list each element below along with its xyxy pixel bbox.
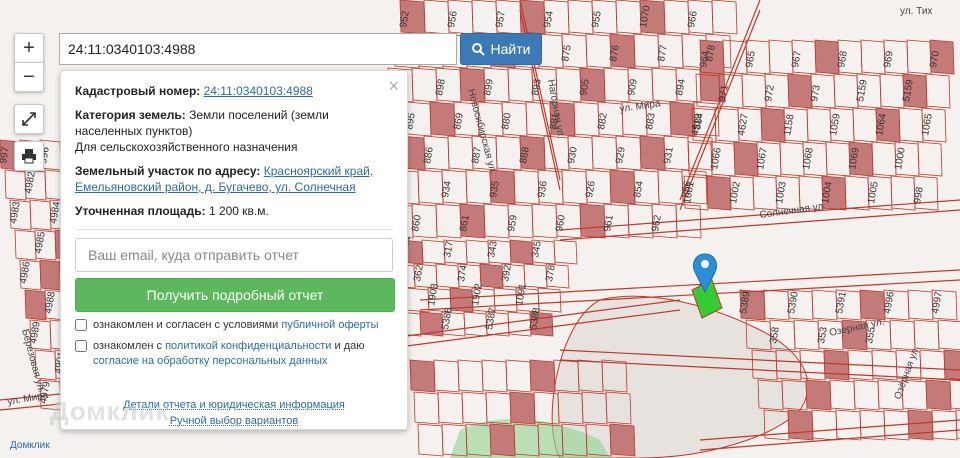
parcel[interactable] xyxy=(509,391,536,425)
divider xyxy=(75,229,393,230)
consent-offer-text: ознакомлен и согласен с условиями публич… xyxy=(93,318,379,333)
parcel[interactable] xyxy=(639,135,666,171)
parcel[interactable] xyxy=(859,289,886,321)
parcel[interactable] xyxy=(733,141,759,177)
search-button[interactable]: Найти xyxy=(460,33,542,65)
search-input[interactable] xyxy=(59,33,457,65)
parcel[interactable] xyxy=(925,379,952,411)
watermark-logo: Домклик xyxy=(50,396,170,426)
address-label: Земельный участок по адресу: xyxy=(75,164,261,178)
parcel[interactable] xyxy=(429,101,456,137)
usage-value: Для сельскохозяйственного назначения xyxy=(75,140,298,154)
parcel[interactable] xyxy=(24,289,47,321)
search-icon xyxy=(471,42,485,56)
parcel[interactable] xyxy=(814,39,840,75)
cadastral-link[interactable]: 24:11:0340103:4988 xyxy=(204,84,313,98)
cadastral-row: Кадастровый номер: 24:11:0340103:4988 xyxy=(75,83,393,99)
search-button-label: Найти xyxy=(490,41,531,57)
parcel[interactable] xyxy=(409,359,436,393)
parcel[interactable] xyxy=(529,359,556,393)
consent-privacy-text: ознакомлен с политикой конфиденциальност… xyxy=(93,339,393,369)
street-name: ул. Тих xyxy=(900,6,932,17)
zoom-in-button[interactable]: + xyxy=(14,33,44,63)
parcel[interactable] xyxy=(787,73,813,109)
parcel[interactable] xyxy=(509,239,534,265)
parcel[interactable] xyxy=(943,349,960,380)
consent-privacy[interactable]: ознакомлен с политикой конфиденциальност… xyxy=(75,339,393,369)
privacy-link[interactable]: политикой конфиденциальности xyxy=(165,340,331,352)
parcel[interactable] xyxy=(823,349,850,381)
parcel[interactable] xyxy=(489,423,516,457)
parcel[interactable] xyxy=(579,203,606,239)
email-field[interactable] xyxy=(75,238,393,272)
parcel[interactable] xyxy=(609,423,636,457)
zoom-out-button[interactable]: − xyxy=(14,62,44,92)
consent-offer-checkbox[interactable] xyxy=(75,319,87,331)
area-row: Уточненная площадь: 1 200 кв.м. xyxy=(75,203,393,219)
personal-data-link[interactable]: согласие на обработку персональных данны… xyxy=(93,355,327,367)
parcel[interactable] xyxy=(706,175,732,211)
get-report-button[interactable]: Получить подробный отчет xyxy=(75,278,395,312)
brand-label: Домклик xyxy=(10,440,50,451)
cadastral-label: Кадастровый номер: xyxy=(75,84,201,98)
fullscreen-button[interactable] xyxy=(14,104,44,134)
parcel-info-card: × Кадастровый номер: 24:11:0340103:4988 … xyxy=(60,70,408,430)
close-icon[interactable]: × xyxy=(388,77,399,95)
printer-icon xyxy=(22,149,36,164)
consent-offer[interactable]: ознакомлен и согласен с условиями публич… xyxy=(75,318,393,333)
area-value: 1 200 кв.м. xyxy=(208,204,269,218)
consent-privacy-label2: и даю xyxy=(331,340,365,352)
offer-link[interactable]: публичной оферты xyxy=(281,319,378,331)
consent-privacy-checkbox[interactable] xyxy=(75,340,87,352)
parcel[interactable] xyxy=(787,409,814,441)
consent-offer-label: ознакомлен и согласен с условиями xyxy=(93,319,282,331)
parcel[interactable] xyxy=(805,379,832,411)
parcel[interactable] xyxy=(760,107,786,143)
address-row: Земельный участок по адресу: Красноярски… xyxy=(75,163,393,195)
consent-privacy-label: ознакомлен с xyxy=(93,340,166,352)
parcel[interactable] xyxy=(609,169,636,205)
expand-icon xyxy=(22,112,36,126)
print-button[interactable] xyxy=(14,141,44,171)
parcel[interactable] xyxy=(907,409,934,441)
parcel[interactable] xyxy=(39,259,62,291)
category-row: Категория земель: Земли поселений (земли… xyxy=(75,107,393,155)
category-label: Категория земель: xyxy=(75,108,186,122)
area-label: Уточненная площадь: xyxy=(75,204,206,218)
